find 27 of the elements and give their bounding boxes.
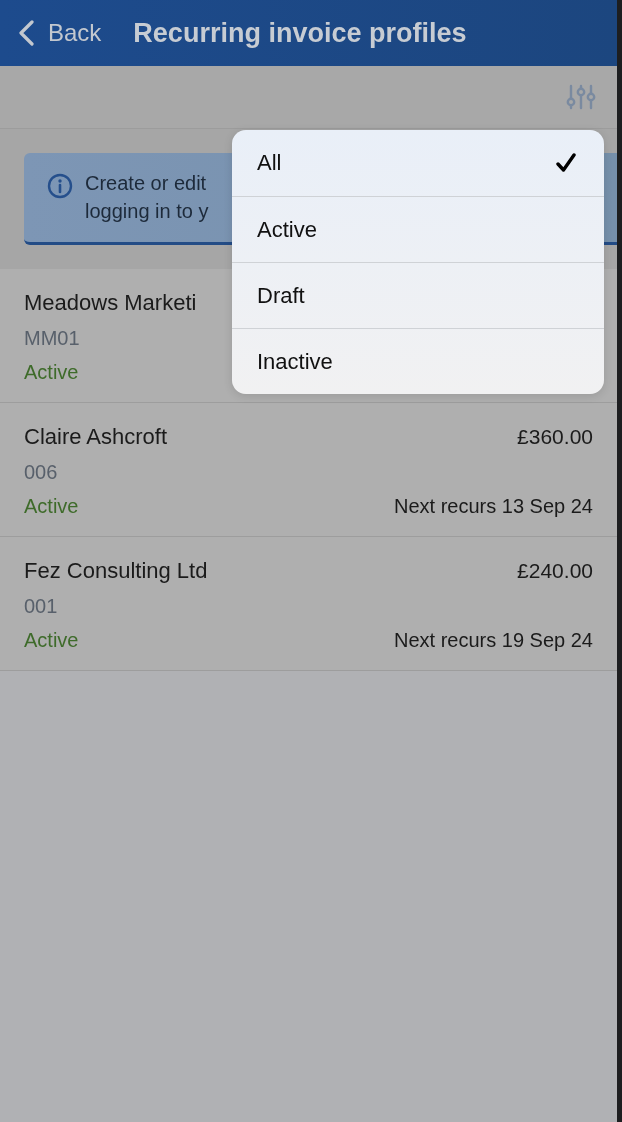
filter-button[interactable] (566, 84, 596, 110)
next-recurrence-date: Next recurs 19 Sep 24 (394, 629, 593, 652)
profile-amount: £360.00 (517, 425, 593, 449)
profile-amount: £240.00 (517, 559, 593, 583)
filter-option[interactable]: Inactive (232, 328, 604, 394)
sliders-icon (566, 84, 596, 110)
profile-reference: 001 (24, 595, 58, 618)
status-label: Active (24, 495, 79, 518)
next-recurrence-date: Next recurs 13 Sep 24 (394, 495, 593, 518)
filter-option[interactable]: Draft (232, 262, 604, 328)
profile-reference: 006 (24, 461, 58, 484)
filter-option[interactable]: Active (232, 196, 604, 262)
status-label: Active (24, 361, 79, 384)
back-button[interactable]: Back (18, 19, 102, 47)
customer-name: Claire Ashcroft (24, 424, 168, 450)
info-message: Create or edit logging in to y (85, 171, 209, 224)
profile-row[interactable]: Claire Ashcroft £360.00 006 Active Next recurs 13 Sep 24 (0, 403, 617, 537)
profile-reference: MM01 (24, 327, 80, 350)
filter-option[interactable]: All (232, 130, 604, 196)
chevron-left-icon (18, 20, 34, 46)
profile-row[interactable]: Fez Consulting Ltd £240.00 001 Active Next recurs 19 Sep 24 (0, 537, 617, 671)
page-title: Recurring invoice profiles (133, 17, 467, 49)
status-label: Active (24, 629, 79, 652)
info-icon (47, 173, 73, 199)
customer-name: Meadows Marketi (24, 290, 197, 316)
customer-name: Fez Consulting Ltd (24, 558, 208, 584)
checkmark-icon (556, 153, 576, 173)
